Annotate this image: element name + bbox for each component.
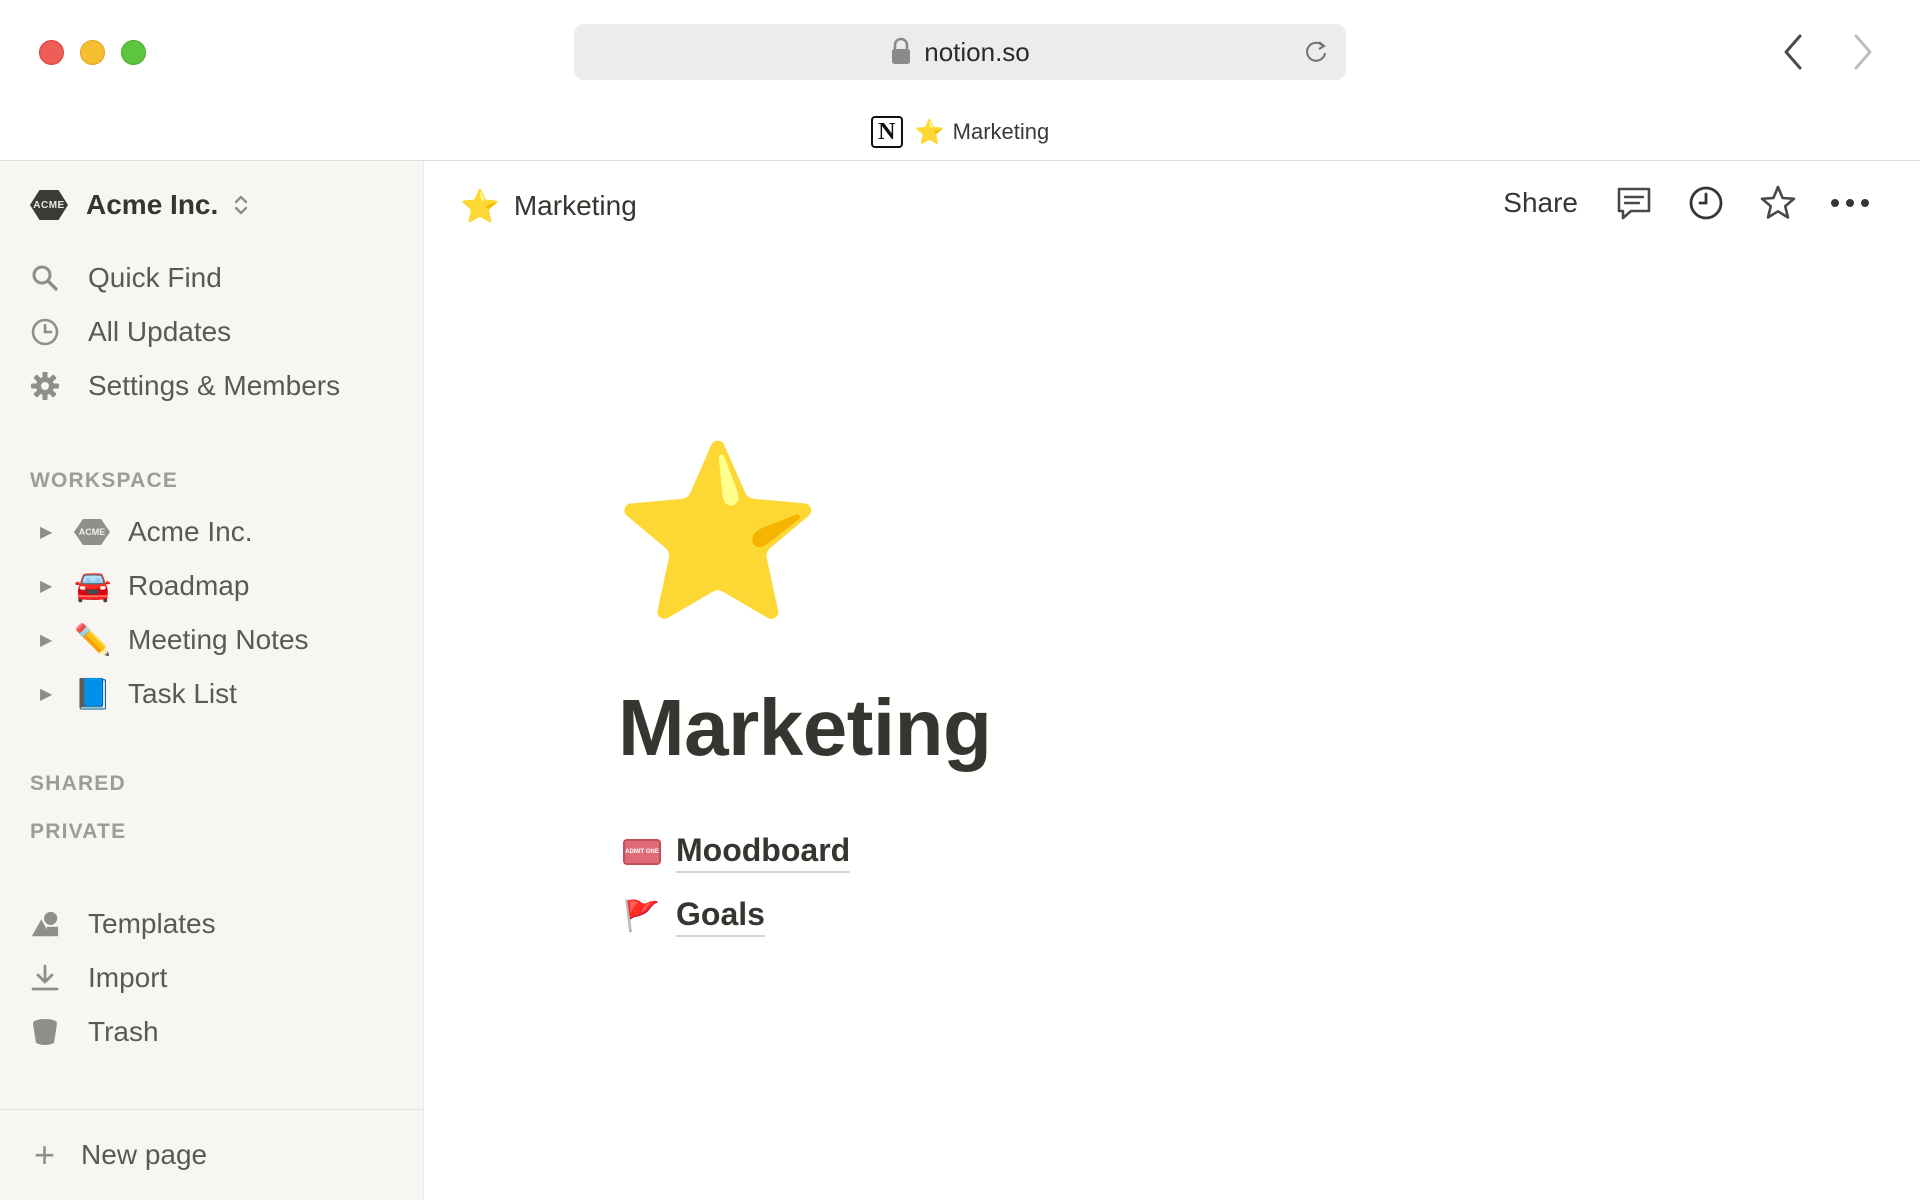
sidebar-item-label: Trash <box>88 1016 159 1047</box>
browser-tab[interactable]: N ⭐ Marketing <box>0 116 1920 148</box>
sidebar-item-import[interactable]: Import <box>30 955 167 1001</box>
subpage-label: Goals <box>676 896 765 937</box>
window-controls <box>39 40 146 65</box>
sidebar-page-roadmap[interactable]: ▶ 🚘 Roadmap <box>30 563 249 609</box>
acme-logo-icon: ACME <box>74 519 110 545</box>
sidebar-page-acme-inc[interactable]: ▶ ACME Acme Inc. <box>30 509 252 555</box>
trash-icon <box>30 1017 60 1047</box>
zoom-window-button[interactable] <box>121 40 146 65</box>
sidebar-item-trash[interactable]: Trash <box>30 1009 159 1055</box>
notion-logo-icon: N <box>870 116 903 148</box>
subpage-label: Moodboard <box>676 832 851 873</box>
search-icon <box>30 263 60 293</box>
sidebar: ACME Acme Inc. Quick Find All Updates Se… <box>0 161 424 1200</box>
forward-icon[interactable] <box>1846 30 1880 74</box>
share-button[interactable]: Share <box>1503 187 1578 219</box>
sidebar-item-settings-members[interactable]: Settings & Members <box>30 363 340 409</box>
sidebar-page-label: Roadmap <box>128 570 250 601</box>
breadcrumb-label: Marketing <box>513 190 637 221</box>
sidebar-page-label: Meeting Notes <box>128 624 309 655</box>
sidebar-item-label: Import <box>88 962 168 993</box>
gear-icon <box>30 371 60 401</box>
section-label-workspace[interactable]: WORKSPACE <box>30 469 178 493</box>
breadcrumb[interactable]: ⭐ Marketing <box>460 187 637 225</box>
sidebar-item-label: Quick Find <box>88 262 222 293</box>
subpage-link-moodboard[interactable]: ADMIT ONE Moodboard <box>622 824 851 880</box>
page-actions: Share <box>1503 183 1870 223</box>
car-emoji-icon: 🚘 <box>74 569 112 603</box>
book-emoji-icon: 📘 <box>74 677 112 711</box>
chevron-up-down-icon <box>235 195 248 215</box>
clock-icon <box>30 317 60 347</box>
sidebar-page-label: Acme Inc. <box>128 516 253 547</box>
download-icon <box>30 963 60 993</box>
more-options-icon[interactable] <box>1830 183 1870 223</box>
sidebar-item-label: Templates <box>88 908 216 939</box>
section-label-shared[interactable]: SHARED <box>30 772 126 796</box>
history-clock-icon[interactable] <box>1686 183 1726 223</box>
new-page-label: New page <box>81 1139 208 1170</box>
sidebar-item-templates[interactable]: Templates <box>30 901 216 947</box>
favorite-star-icon[interactable] <box>1758 183 1798 223</box>
ticket-emoji-icon: ADMIT ONE <box>622 839 662 865</box>
comments-icon[interactable] <box>1614 183 1654 223</box>
subpage-link-goals[interactable]: 🚩 Goals <box>622 888 765 944</box>
star-emoji-icon: ⭐ <box>914 118 945 146</box>
sidebar-item-all-updates[interactable]: All Updates <box>30 309 231 355</box>
page-topbar: ⭐ Marketing Share <box>424 161 1920 251</box>
sidebar-page-meeting-notes[interactable]: ▶ ✏️ Meeting Notes <box>30 617 309 663</box>
sidebar-item-label: Settings & Members <box>88 370 341 401</box>
address-bar[interactable]: notion.so <box>574 24 1346 80</box>
expand-caret-icon[interactable]: ▶ <box>40 522 60 542</box>
sidebar-page-label: Task List <box>128 678 237 709</box>
back-icon[interactable] <box>1776 30 1810 74</box>
expand-caret-icon[interactable]: ▶ <box>40 630 60 650</box>
lock-icon <box>892 37 911 64</box>
expand-caret-icon[interactable]: ▶ <box>40 576 60 596</box>
workspace-switcher[interactable]: ACME Acme Inc. <box>30 189 250 221</box>
new-page-button[interactable]: + New page <box>0 1109 423 1200</box>
browser-chrome: notion.so N ⭐ Marketing <box>0 0 1920 161</box>
workspace-name: Acme Inc. <box>86 189 219 220</box>
acme-logo-icon: ACME <box>30 190 68 220</box>
url-text: notion.so <box>924 36 1030 67</box>
sidebar-page-task-list[interactable]: ▶ 📘 Task List <box>30 671 237 717</box>
expand-caret-icon[interactable]: ▶ <box>40 684 60 704</box>
page-title[interactable]: Marketing <box>618 682 992 774</box>
pencil-emoji-icon: ✏️ <box>74 623 112 657</box>
sidebar-item-quick-find[interactable]: Quick Find <box>30 255 222 301</box>
minimize-window-button[interactable] <box>80 40 105 65</box>
sidebar-item-label: All Updates <box>88 316 232 347</box>
star-emoji-icon: ⭐ <box>460 188 500 224</box>
plus-icon: + <box>34 1134 56 1175</box>
reload-icon[interactable] <box>1302 38 1330 66</box>
flag-emoji-icon: 🚩 <box>623 899 661 933</box>
section-label-private[interactable]: PRIVATE <box>30 820 126 844</box>
page-icon-star[interactable]: ⭐ <box>612 448 824 618</box>
shapes-icon <box>30 909 60 939</box>
tab-title-text: Marketing <box>952 119 1050 144</box>
close-window-button[interactable] <box>39 40 64 65</box>
